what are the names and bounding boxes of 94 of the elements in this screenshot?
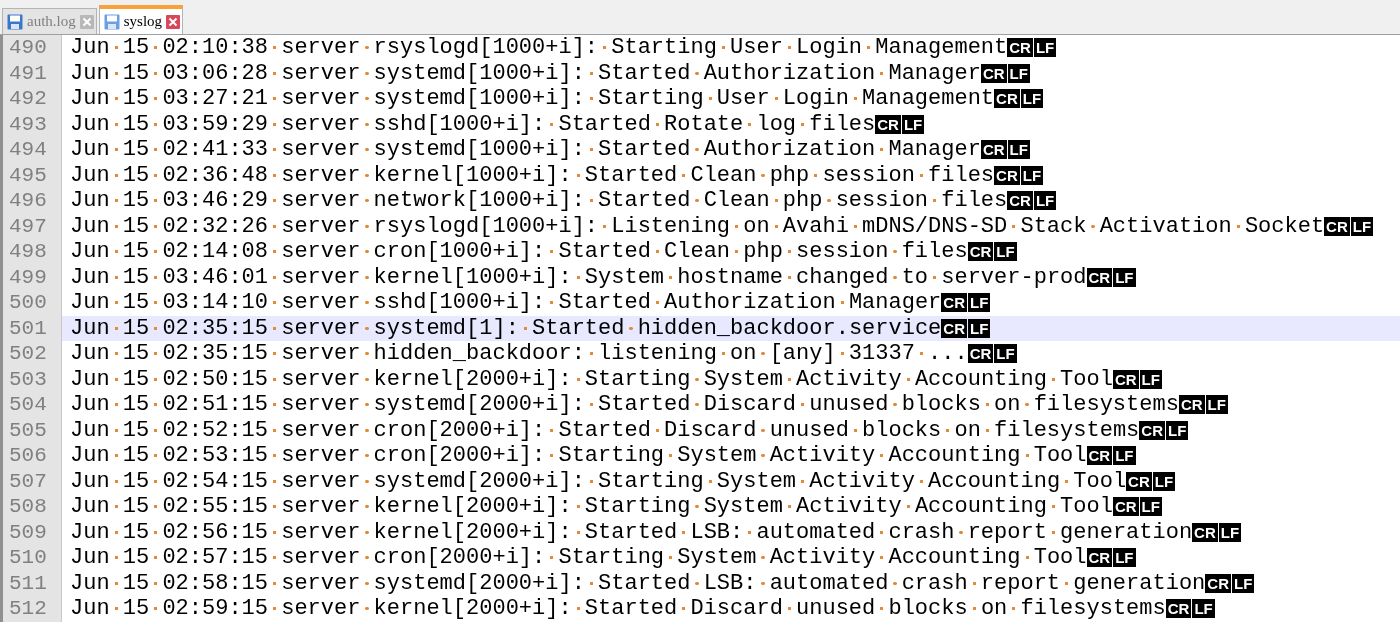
line-ending-mark: CR <box>1205 573 1231 593</box>
line-number: 495 <box>9 163 47 187</box>
code-line: Jun 15 02:35:15 server hidden_backdoor: listening on [any] 31337 ...CR LF <box>70 341 1018 367</box>
code-line: Jun 15 03:27:21 server systemd[1000+i]: Starting User Login Management CR LF <box>70 86 1045 112</box>
code-line: Jun 15 03:06:28 server systemd[1000+i]: Started Authorization Manager CR LF <box>70 60 1031 86</box>
code-line: Jun 15 02:54:15 server systemd[2000+i]: Starting System Activity Accounting ToolCR LF <box>70 468 1177 494</box>
line-ending-mark: LF <box>1113 548 1136 568</box>
line-ending-mark: CR <box>941 318 967 338</box>
code-line: Jun 15 02:53:15 server cron[2000+i]: Starting System Activity Accounting ToolCR LF <box>70 443 1137 469</box>
line-ending-mark: CR <box>1178 395 1205 415</box>
line-number: 511 <box>9 571 47 595</box>
code-line: Jun 15 02:57:15 server cron[2000+i]: Starting System Activity Accounting ToolCR LF <box>70 545 1137 571</box>
code-line: Jun 15 03:46:29 server network[1000+i]: Started Clean php session files CR LF <box>70 188 1058 214</box>
line-ending-mark: CR <box>941 293 967 313</box>
code-line: Jun 15 03:59:29 server sshd[1000+i]: Started Rotate log files CR LF <box>70 111 926 137</box>
line-ending-mark: LF <box>1020 89 1044 109</box>
code-line: Jun 15 02:51:15 server systemd[2000+i]: Started Discard unused blocks on filesystems CR LF <box>70 392 1229 418</box>
line-ending-mark: LF <box>1165 420 1189 440</box>
line-ending-mark: LF <box>1218 522 1242 542</box>
line-ending-mark: LF <box>994 344 1017 364</box>
line-ending-mark: LF <box>1350 216 1374 236</box>
line-ending-mark: CR <box>1165 599 1192 619</box>
line-ending-mark: LF <box>967 318 991 338</box>
line-number: 499 <box>9 265 47 289</box>
line-number: 496 <box>9 189 47 213</box>
code-line: Jun 15 02:35:15 server systemd[1]: Started hidden_backdoor.service CR LF <box>70 315 992 341</box>
code-line: Jun 15 02:36:48 server kernel[1000+i]: Started Clean php session files CR LF <box>70 162 1045 188</box>
line-ending-mark: LF <box>1033 191 1057 211</box>
code-line: Jun 15 03:14:10 server sshd[1000+i]: Started Authorization Manager CR LF <box>70 290 992 316</box>
line-ending-mark: LF <box>1139 497 1162 517</box>
line-number: 493 <box>9 112 47 136</box>
line-ending-mark: LF <box>1205 395 1228 415</box>
line-ending-mark: CR <box>875 114 901 134</box>
line-ending-mark: CR <box>1086 446 1113 466</box>
line-number: 492 <box>9 87 47 111</box>
line-ending-mark: LF <box>994 242 1017 262</box>
code-line: Jun 15 02:59:15 server kernel[2000+i]: Started Discard unused blocks on filesystems CR LF <box>70 596 1216 622</box>
line-ending-mark: CR <box>967 242 994 262</box>
line-number: 502 <box>9 342 47 366</box>
line-ending-mark: LF <box>1020 165 1044 185</box>
code-line: Jun 15 02:14:08 server cron[1000+i]: Started Clean php session files CR LF <box>70 239 1018 265</box>
line-number: 506 <box>9 444 47 468</box>
line-ending-mark: CR <box>1139 420 1165 440</box>
code-line: Jun 15 02:41:33 server systemd[1000+i]: Started Authorization Manager CR LF <box>70 137 1031 163</box>
line-ending-mark: LF <box>1152 471 1176 491</box>
line-number: 491 <box>9 61 47 85</box>
line-ending-mark: LF <box>1007 63 1030 83</box>
line-number: 510 <box>9 546 47 570</box>
line-ending-mark: CR <box>1112 369 1139 389</box>
line-ending-mark: LF <box>1231 573 1255 593</box>
line-number: 507 <box>9 469 47 493</box>
line-ending-mark: CR <box>994 89 1020 109</box>
line-ending-mark: LF <box>1139 369 1162 389</box>
code-line: Jun 15 02:52:15 server cron[2000+i]: Started Discard unused blocks on filesystems CR LF <box>70 417 1190 443</box>
file-tab[interactable]: syslog <box>98 5 184 34</box>
code-line: Jun 15 02:58:15 server systemd[2000+i]: Started LSB: automated crash report generation CR LF <box>70 570 1256 596</box>
close-icon[interactable] <box>166 14 181 29</box>
line-number: 508 <box>9 495 47 519</box>
code-line: Jun 15 02:55:15 server kernel[2000+i]: Starting System Activity Accounting ToolCR LF <box>70 494 1163 520</box>
line-ending-mark: LF <box>901 114 925 134</box>
line-ending-mark: CR <box>994 165 1020 185</box>
line-ending-mark: LF <box>1033 38 1057 58</box>
line-number: 505 <box>9 418 47 442</box>
line-ending-mark: LF <box>967 293 991 313</box>
code-line: Jun 15 02:56:15 server kernel[2000+i]: Started LSB: automated crash report generationCR LF <box>70 519 1243 545</box>
code-line: Jun 15 02:10:38 server rsyslogd[1000+i]: Starting User Login Management CR LF <box>70 35 1058 61</box>
line-ending-mark: CR <box>967 344 994 364</box>
line-ending-mark: CR <box>1007 191 1033 211</box>
line-ending-mark: LF <box>1113 446 1136 466</box>
line-number: 501 <box>9 316 47 340</box>
line-ending-mark: CR <box>1086 548 1113 568</box>
line-number: 497 <box>9 214 47 238</box>
line-number: 494 <box>9 138 47 162</box>
line-ending-mark: CR <box>1126 471 1152 491</box>
line-number: 500 <box>9 291 47 315</box>
line-number: 512 <box>9 597 47 621</box>
line-ending-mark: CR <box>980 140 1007 160</box>
line-ending-mark: LF <box>1007 140 1030 160</box>
code-line: Jun 15 02:50:15 server kernel[2000+i]: Starting System Activity Accounting ToolCR LF <box>70 366 1163 392</box>
line-ending-mark: LF <box>1192 599 1215 619</box>
line-number: 503 <box>9 367 47 391</box>
line-ending-mark: CR <box>1324 216 1350 236</box>
code-line: Jun 15 03:46:01 server kernel[1000+i]: System hostname changed to server-prod CR LF <box>70 264 1137 290</box>
line-ending-mark: CR <box>980 63 1007 83</box>
line-number: 498 <box>9 240 47 264</box>
line-ending-mark: LF <box>1113 267 1136 287</box>
line-ending-mark: CR <box>1192 522 1218 542</box>
line-ending-mark: CR <box>1112 497 1139 517</box>
line-ending-mark: CR <box>1086 267 1113 287</box>
line-number: 490 <box>9 36 47 60</box>
line-ending-mark: CR <box>1007 38 1033 58</box>
line-number: 509 <box>9 520 47 544</box>
code-line: Jun 15 02:32:26 server rsyslogd[1000+i]: Listening on Avahi mDNS/DNS-SD Stack Activation Socket CR LF <box>70 213 1375 239</box>
line-number: 504 <box>9 393 47 417</box>
